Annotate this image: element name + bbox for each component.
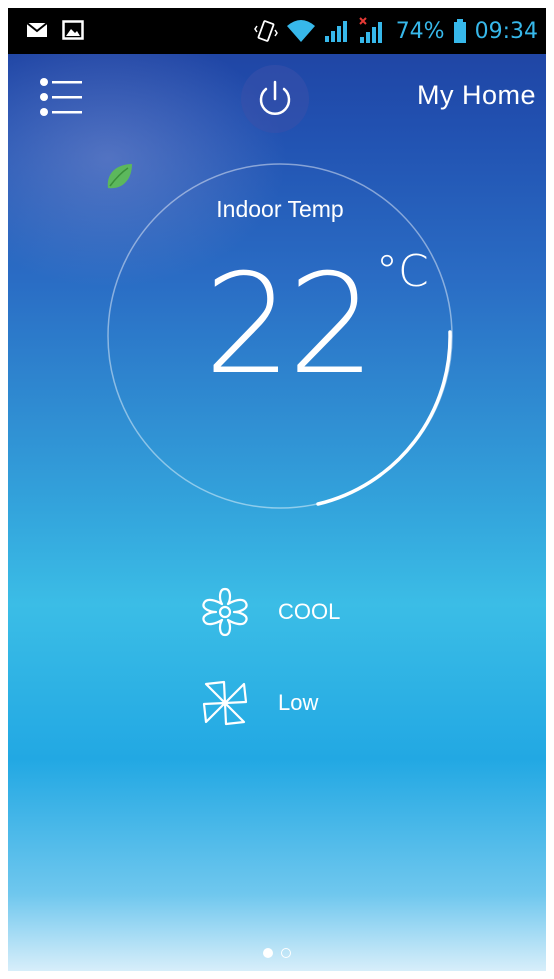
- power-icon: [259, 80, 291, 115]
- signal-icon: [324, 21, 347, 42]
- page-dot-active[interactable]: [263, 948, 273, 958]
- power-button[interactable]: [241, 65, 309, 133]
- page-indicator: [8, 948, 546, 958]
- fan-speed-button[interactable]: Low: [198, 676, 318, 730]
- image-icon: [62, 20, 84, 40]
- battery-percent: 74%: [395, 18, 445, 44]
- clock: 09:34: [474, 18, 538, 44]
- temperature-unit: °C: [376, 246, 429, 297]
- notification-icons: [26, 19, 84, 41]
- temperature-dial[interactable]: Indoor Temp 22 °C: [104, 160, 456, 512]
- indoor-temp-label: Indoor Temp: [216, 196, 344, 222]
- no-sim-signal-icon: [358, 17, 382, 43]
- home-title[interactable]: My Home: [417, 80, 536, 111]
- vibrate-icon: [253, 20, 278, 42]
- list-menu-icon: [40, 78, 82, 116]
- mode-label: COOL: [278, 599, 341, 624]
- page-dot[interactable]: [281, 948, 291, 958]
- temperature-value: 22: [204, 244, 376, 405]
- leaf-icon: [107, 164, 132, 189]
- wifi-icon: [286, 20, 315, 42]
- mode-cool-button[interactable]: COOL: [198, 585, 340, 639]
- system-icons: 74% 09:34: [253, 8, 538, 54]
- mail-icon: [26, 22, 48, 37]
- battery-icon: [453, 19, 466, 43]
- menu-button[interactable]: [38, 76, 88, 118]
- snowflake-icon: [202, 587, 248, 637]
- status-bar: 74% 09:34: [8, 8, 546, 54]
- fan-icon: [202, 680, 248, 726]
- fan-speed-label: Low: [278, 690, 319, 715]
- app-screen: 74% 09:34 My Home Indoor Temp 22 °C COOL…: [8, 8, 546, 971]
